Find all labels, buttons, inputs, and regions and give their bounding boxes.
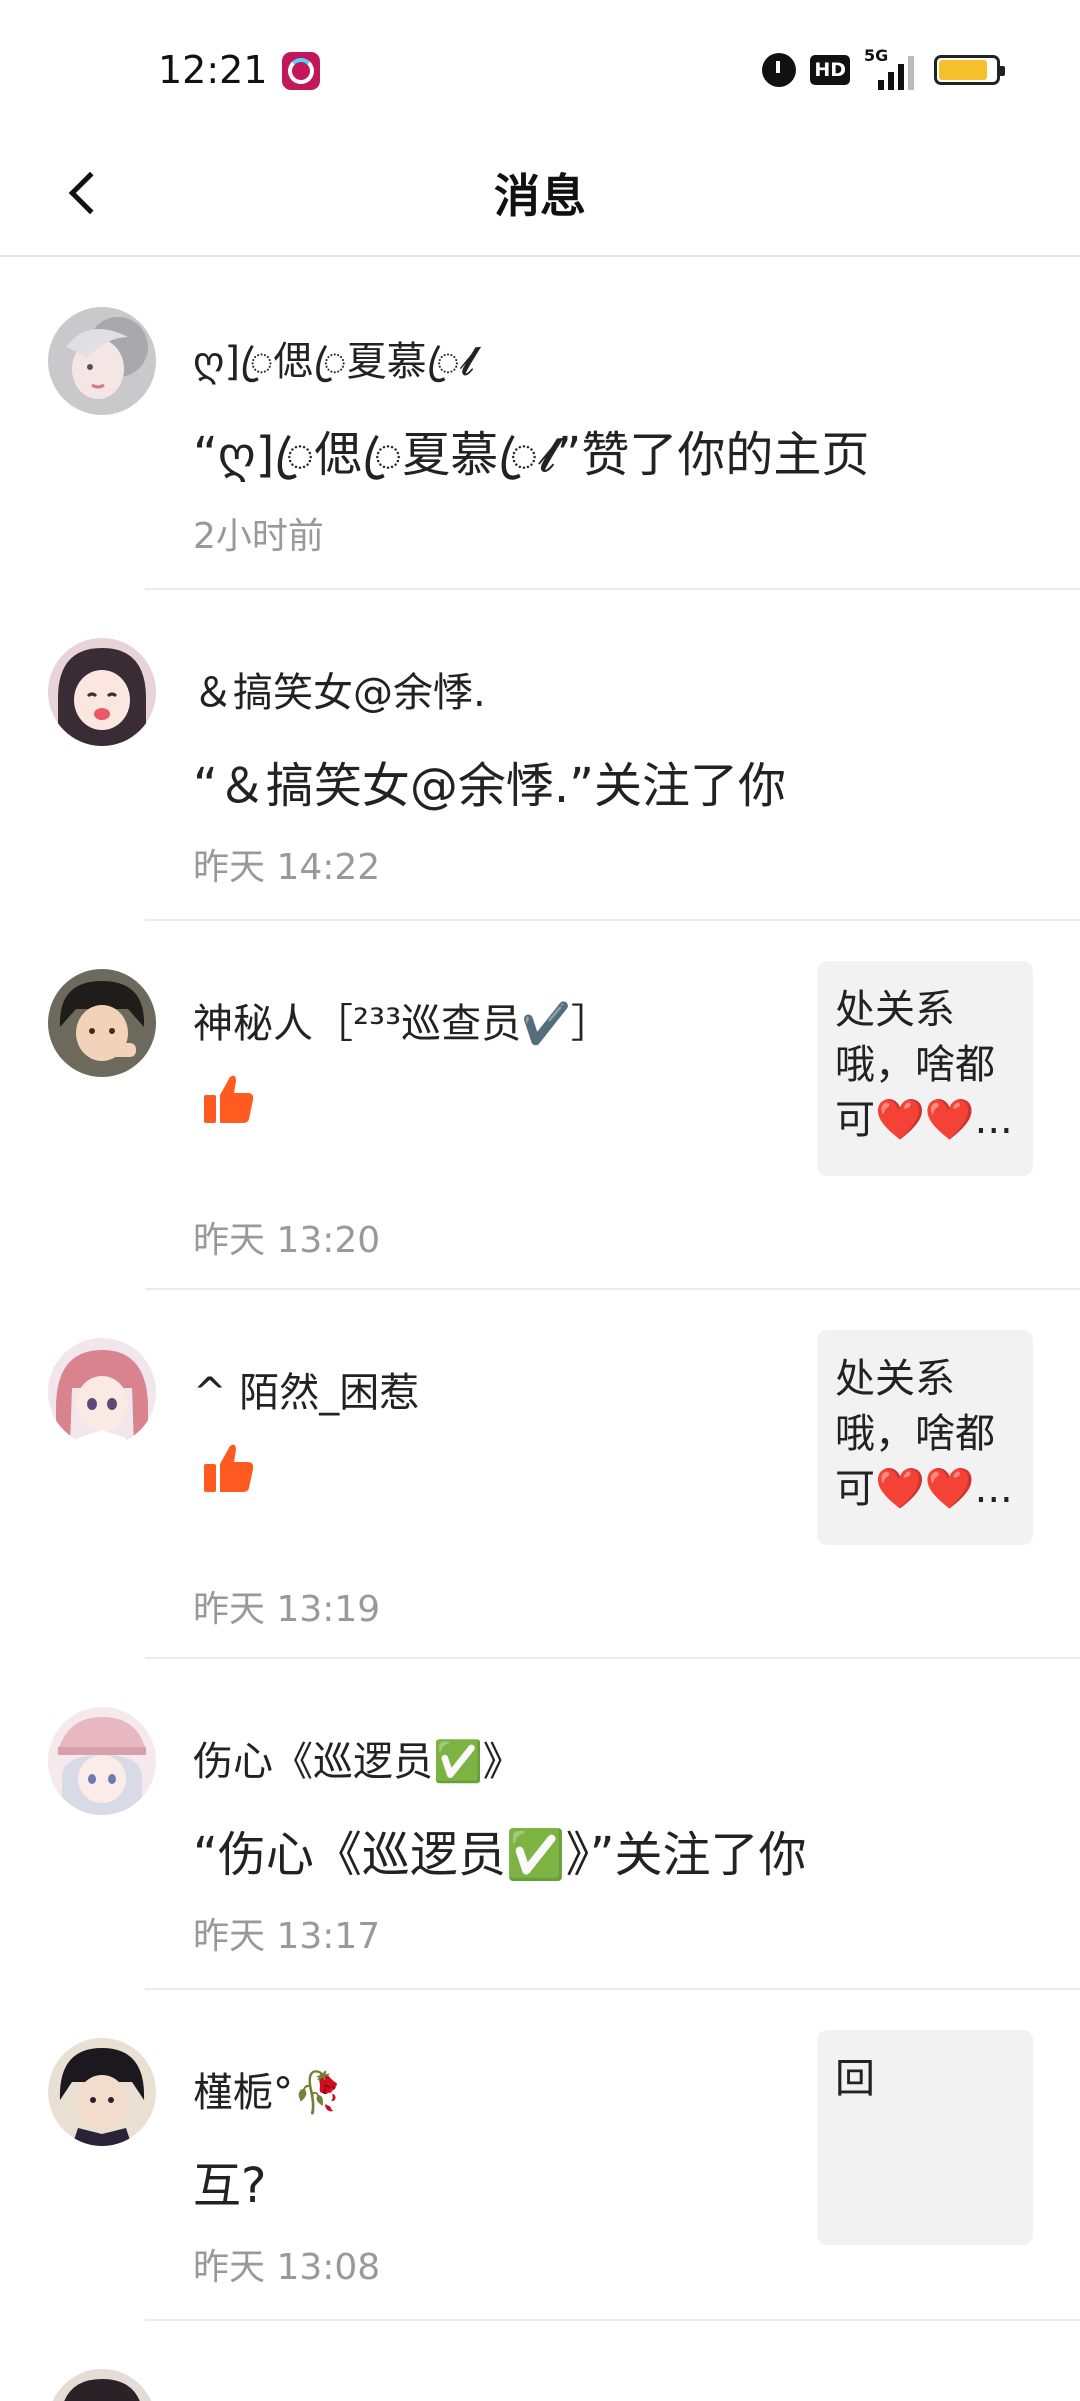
page-title: 消息: [494, 169, 586, 223]
avatar[interactable]: [48, 2038, 156, 2146]
message-item[interactable]: ღ]ꦿ偲ꦿ夏慕ꦿ𝓵 “ღ]ꦿ偲ꦿ夏慕ꦿ𝓵”赞了你的主页 2小时前: [0, 259, 1080, 590]
post-preview-card[interactable]: 处关系 哦，啥都 可❤️❤️...: [817, 1330, 1033, 1545]
status-bar: 12:21 HD 5G: [0, 0, 1080, 130]
avatar[interactable]: [48, 969, 156, 1077]
message-list: ღ]ꦿ偲ꦿ夏慕ꦿ𝓵 “ღ]ꦿ偲ꦿ夏慕ꦿ𝓵”赞了你的主页 2小时前 ＆搞笑女@余悸…: [0, 259, 1080, 2401]
preview-text: 哦，啥都: [835, 1042, 995, 1088]
sender-name[interactable]: ＆搞笑女@余悸.: [193, 660, 486, 718]
avatar[interactable]: [48, 307, 156, 415]
timestamp: 2小时前: [193, 516, 324, 557]
message-item[interactable]: 神秘人［²³³巡查员✔️］ 昨天 13:20 处关系 哦，啥都 可❤️❤️...: [0, 921, 1080, 1290]
avatar[interactable]: [48, 1707, 156, 1815]
hd-icon: HD: [810, 55, 850, 85]
preview-text: 处关系: [835, 987, 955, 1033]
system-icons: HD 5G: [762, 46, 1005, 90]
timestamp: 昨天 13:19: [193, 1589, 381, 1630]
sender-name[interactable]: ^ 陌然_困惹: [193, 1360, 419, 1418]
battery-fill: [939, 60, 987, 80]
post-preview-card[interactable]: 处关系 哦，啥都 可❤️❤️...: [817, 961, 1033, 1176]
preview-text: 回: [835, 2056, 875, 2102]
post-preview-card[interactable]: 回: [817, 2030, 1033, 2245]
sender-name[interactable]: 槿栀°🥀: [193, 2060, 343, 2118]
message-item[interactable]: [0, 2321, 1080, 2401]
message-text: “ღ]ꦿ偲ꦿ夏慕ꦿ𝓵”赞了你的主页: [193, 427, 870, 483]
avatar[interactable]: [48, 1338, 156, 1446]
status-time: 12:21: [158, 48, 268, 92]
avatar[interactable]: [48, 638, 156, 746]
message-item[interactable]: 槿栀°🥀 互? 昨天 13:08 回: [0, 1990, 1080, 2321]
message-text: “伤心《巡逻员✅》”关注了你: [193, 1827, 807, 1883]
message-item[interactable]: 伤心《巡逻员✅》 “伤心《巡逻员✅》”关注了你 昨天 13:17: [0, 1659, 1080, 1990]
timestamp: 昨天 13:17: [193, 1916, 381, 1957]
preview-text: 可❤️❤️...: [835, 1097, 1013, 1143]
message-item[interactable]: ＆搞笑女@余悸. “＆搞笑女@余悸.”关注了你 昨天 14:22: [0, 590, 1080, 921]
sender-name[interactable]: ღ]ꦿ偲ꦿ夏慕ꦿ𝓵: [193, 329, 475, 412]
preview-text: 处关系: [835, 1356, 955, 1402]
timestamp: 昨天 13:08: [193, 2247, 381, 2288]
tiktok-lite-app-icon: [282, 52, 320, 90]
timestamp: 昨天 13:20: [193, 1220, 381, 1261]
message-text: 互?: [193, 2158, 267, 2214]
preview-text: 哦，啥都: [835, 1411, 995, 1457]
sender-name[interactable]: 神秘人［²³³巡查员✔️］: [193, 991, 611, 1049]
message-text: “＆搞笑女@余悸.”关注了你: [193, 758, 786, 814]
battery-icon: [934, 55, 1005, 85]
avatar[interactable]: [48, 2369, 156, 2401]
timestamp: 昨天 14:22: [193, 847, 381, 888]
preview-text: 可❤️❤️...: [835, 1466, 1013, 1512]
alarm-icon: [762, 53, 797, 87]
nav-bar: 消息: [0, 130, 1080, 257]
message-item[interactable]: ^ 陌然_困惹 昨天 13:19 处关系 哦，啥都 可❤️❤️...: [0, 1290, 1080, 1659]
thumbs-up-icon: [204, 1444, 254, 1492]
sender-name[interactable]: 伤心《巡逻员✅》: [193, 1729, 523, 1787]
signal-icon: 5G: [864, 46, 920, 90]
thumbs-up-icon: [204, 1075, 254, 1123]
